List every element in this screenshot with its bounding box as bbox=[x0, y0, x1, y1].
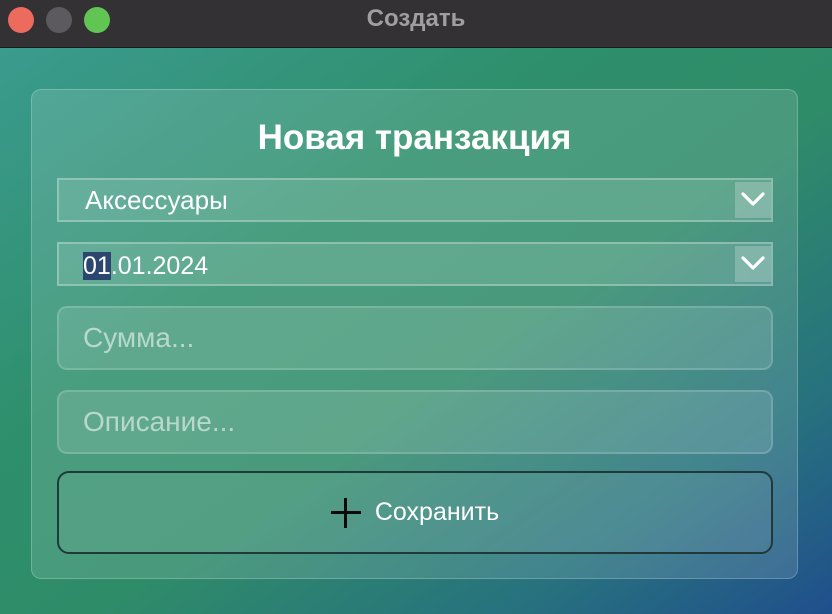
window-content: Новая транзакция Аксессуары 01.01.2024 С… bbox=[0, 48, 832, 614]
description-input[interactable] bbox=[59, 392, 771, 452]
amount-field-container bbox=[57, 306, 773, 370]
description-field-container bbox=[57, 390, 773, 454]
category-select[interactable]: Аксессуары bbox=[57, 178, 773, 222]
chevron-down-icon bbox=[741, 256, 765, 270]
date-rest-segment[interactable]: .01.2024 bbox=[111, 252, 208, 280]
save-button-label: Сохранить bbox=[374, 498, 500, 526]
category-select-value: Аксессуары bbox=[85, 185, 228, 215]
date-dropdown-button[interactable] bbox=[735, 246, 771, 282]
date-picker[interactable]: 01.01.2024 bbox=[57, 242, 773, 286]
amount-input[interactable] bbox=[59, 308, 771, 368]
chevron-down-icon bbox=[741, 192, 765, 206]
date-day-segment[interactable]: 01 bbox=[83, 252, 111, 280]
date-value[interactable]: 01.01.2024 bbox=[83, 252, 208, 281]
window-titlebar: Создать bbox=[0, 0, 832, 48]
plus-icon bbox=[330, 497, 361, 528]
transaction-form-card: Новая транзакция Аксессуары 01.01.2024 С… bbox=[31, 89, 798, 579]
form-heading: Новая транзакция bbox=[257, 118, 572, 157]
category-dropdown-button[interactable] bbox=[735, 182, 771, 218]
window-title: Создать bbox=[366, 5, 466, 32]
save-button[interactable]: Сохранить bbox=[57, 471, 773, 554]
